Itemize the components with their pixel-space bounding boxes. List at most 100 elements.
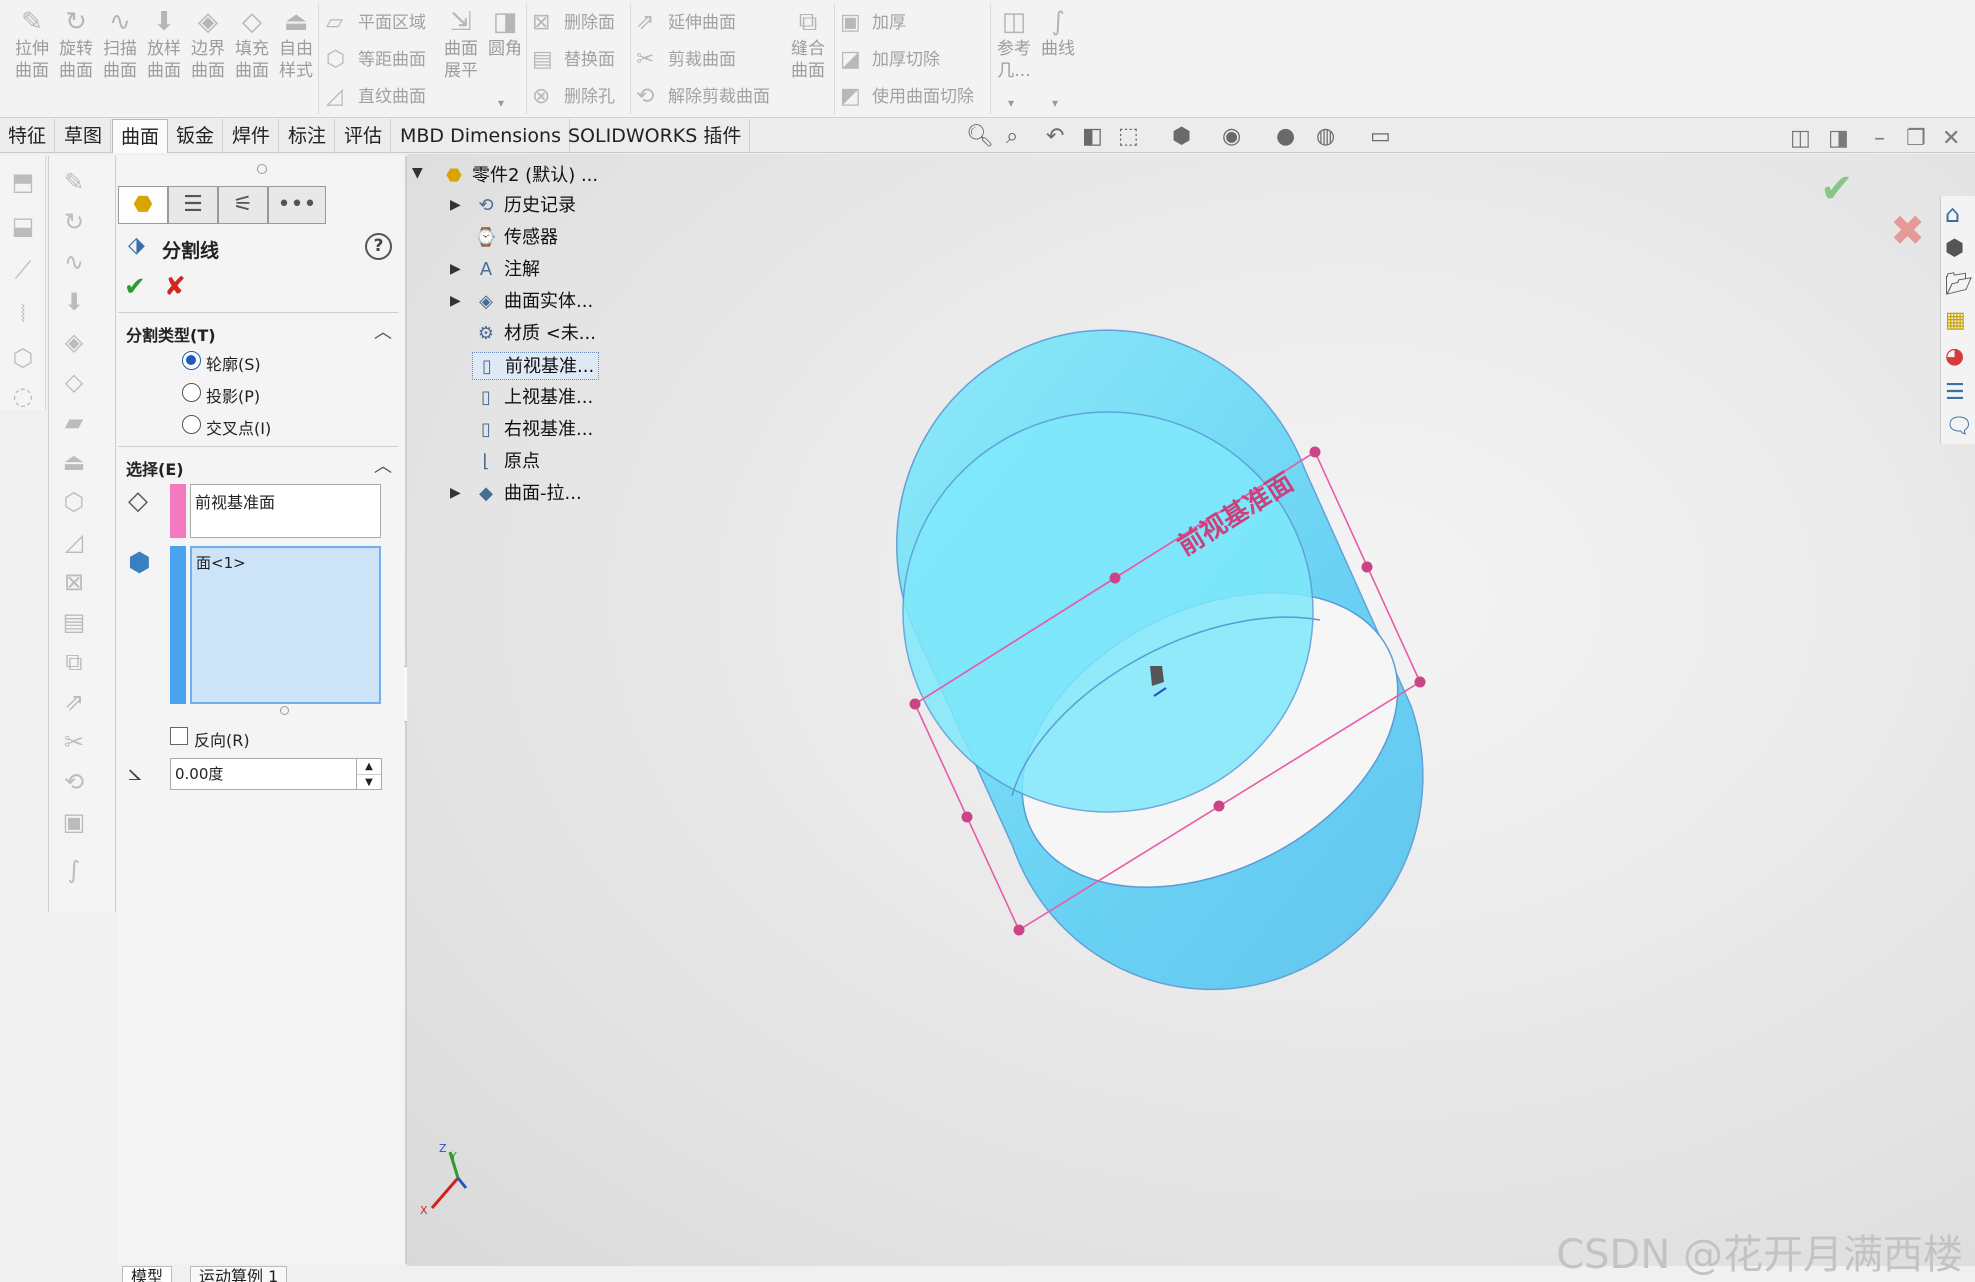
tab-6[interactable]: 评估 [336, 119, 392, 153]
intersection-radio[interactable] [182, 415, 201, 434]
tab-feature-manager[interactable]: ⬣ [118, 186, 168, 224]
view-orientation-icon[interactable]: ⬢ [1172, 124, 1191, 150]
window-tile-left-icon[interactable]: ◫ [1790, 126, 1811, 152]
loft-surface-button[interactable]: ⬇ 放样 曲面 [144, 8, 184, 82]
extend-surface-button[interactable]: ⇗ 延伸曲面 [636, 6, 736, 40]
tab-1[interactable]: 草图 [56, 119, 112, 153]
replace-face-icon[interactable]: ▤ [59, 608, 89, 636]
loft-boss-icon[interactable]: ⦚ [8, 300, 38, 328]
fill-surface-button[interactable]: ◇ 填充 曲面 [232, 8, 272, 82]
scene-icon[interactable]: ▭ [1370, 124, 1391, 150]
curves-button[interactable]: ∫ 曲线 [1038, 8, 1078, 60]
fillet-icon[interactable]: ◌ [8, 382, 38, 410]
ruled-surface-icon[interactable]: ◿ [59, 528, 89, 556]
confirm-cancel-icon[interactable]: ✖ [1890, 206, 1925, 255]
silhouette-radio[interactable] [182, 351, 201, 370]
resize-handle-icon[interactable] [280, 706, 289, 715]
surface-cut-button[interactable]: ◩ 使用曲面切除 [840, 80, 974, 114]
collapse-chevron-icon[interactable]: ︿ [374, 452, 392, 478]
boundary-surface-icon[interactable]: ◈ [59, 328, 89, 356]
flatten-surface-button[interactable]: ⇲ 曲面 展平 [442, 8, 480, 82]
trim-surface-icon[interactable]: ✂ [59, 728, 89, 756]
delete-hole-button[interactable]: ⊗ 删除孔 [532, 80, 615, 114]
freeform-button[interactable]: ⏏ 自由 样式 [276, 8, 316, 82]
minimize-icon[interactable]: – [1874, 126, 1885, 152]
panel-handle-icon[interactable] [257, 164, 267, 174]
custom-properties-icon[interactable]: ☰ [1945, 380, 1965, 405]
revolve-boss-icon[interactable]: ⬓ [8, 212, 38, 240]
ref-geometry-dropdown-icon[interactable]: ▾ [1008, 96, 1014, 110]
boundary-boss-icon[interactable]: ⬡ [8, 344, 38, 372]
tab-motion-study[interactable]: 运动算例 1 [190, 1266, 288, 1282]
extrude-surface-button[interactable]: ✎ 拉伸 曲面 [12, 8, 52, 82]
previous-view-icon[interactable]: ↶ [1046, 124, 1064, 150]
extend-surface-icon[interactable]: ⇗ [59, 688, 89, 716]
angle-up-button[interactable]: ▲ [356, 759, 381, 774]
extrude-boss-icon[interactable]: ⬒ [8, 168, 38, 196]
offset-surface-icon[interactable]: ⬡ [59, 488, 89, 516]
window-tile-right-icon[interactable]: ◨ [1828, 126, 1849, 152]
fill-surface-icon[interactable]: ◇ [59, 368, 89, 396]
projection-radio[interactable] [182, 383, 201, 402]
cylinder-top-face[interactable] [902, 411, 1314, 813]
view-palette-icon[interactable]: ▦ [1945, 308, 1966, 333]
tab-more[interactable]: ••• [268, 186, 326, 224]
restore-icon[interactable]: ❐ [1906, 126, 1926, 152]
selection-header[interactable]: 选择(E) [126, 456, 184, 480]
untrim-surface-icon[interactable]: ⟲ [59, 768, 89, 796]
revolve-surface-button[interactable]: ↻ 旋转 曲面 [56, 8, 96, 82]
home-icon[interactable]: ⌂ [1945, 200, 1960, 228]
appearances-icon[interactable]: ◕ [1945, 344, 1964, 369]
cancel-button[interactable]: ✘ [164, 272, 186, 302]
dynamic-annotation-icon[interactable]: ⬚ [1118, 124, 1139, 150]
tab-2[interactable]: 曲面 [112, 119, 169, 153]
loft-surface-icon[interactable]: ⬇ [59, 288, 89, 316]
knit-surface-icon[interactable]: ⧉ [59, 648, 89, 676]
help-button[interactable]: ? [365, 233, 392, 260]
model-view[interactable]: 前视基准面 X Y Z [407, 154, 1975, 1266]
tab-4[interactable]: 焊件 [224, 119, 280, 153]
zoom-to-fit-icon[interactable]: 🔍︎ [966, 124, 994, 150]
replace-face-button[interactable]: ▤ 替换面 [532, 43, 615, 77]
ruled-surface-button[interactable]: ◿ 直纹曲面 [326, 80, 426, 114]
sweep-surface-icon[interactable]: ∿ [59, 248, 89, 276]
tab-configuration-manager[interactable]: ⚟ [218, 186, 268, 224]
sweep-boss-icon[interactable]: ⟋ [8, 256, 38, 284]
extrude-surface-icon[interactable]: ✎ [59, 168, 89, 196]
delete-face-button[interactable]: ⊠ 删除面 [532, 6, 615, 40]
fillet-button[interactable]: ◨ 圆角 [486, 8, 524, 60]
display-style-icon[interactable]: ◉ [1222, 124, 1241, 150]
boundary-surface-button[interactable]: ◈ 边界 曲面 [188, 8, 228, 82]
reference-geometry-button[interactable]: ◫ 参考 几... [994, 8, 1034, 82]
collapse-chevron-icon[interactable]: ︿ [374, 318, 392, 344]
confirm-ok-icon[interactable]: ✔ [1820, 166, 1854, 212]
delete-face-icon[interactable]: ⊠ [59, 568, 89, 596]
close-icon[interactable]: ✕ [1942, 126, 1960, 152]
zoom-to-area-icon[interactable]: ⌕ [1006, 124, 1018, 150]
tab-5[interactable]: 标注 [280, 119, 336, 153]
forum-icon[interactable]: 🗨︎ [1945, 414, 1973, 439]
faces-selection-box[interactable]: 面<1> [190, 546, 381, 704]
reverse-checkbox[interactable] [170, 727, 188, 745]
freeform-icon[interactable]: ⏏ [59, 448, 89, 476]
thicken-button[interactable]: ▣ 加厚 [840, 6, 906, 40]
ok-button[interactable]: ✔ [124, 272, 146, 302]
trim-surface-button[interactable]: ✂ 剪裁曲面 [636, 43, 736, 77]
revolve-surface-icon[interactable]: ↻ [59, 208, 89, 236]
sweep-surface-button[interactable]: ∿ 扫描 曲面 [100, 8, 140, 82]
planar-surface-icon[interactable]: ▰ [59, 408, 89, 436]
tab-model[interactable]: 模型 [122, 1266, 173, 1282]
offset-surface-button[interactable]: ⬡ 等距曲面 [326, 43, 426, 77]
tab-8[interactable]: SOLIDWORKS 插件 [560, 119, 751, 153]
design-library-icon[interactable]: ⬢ [1945, 236, 1964, 261]
appearance-icon[interactable]: ◍ [1316, 124, 1335, 150]
angle-down-button[interactable]: ▼ [356, 774, 381, 789]
thicken-cut-button[interactable]: ◪ 加厚切除 [840, 43, 940, 77]
tab-7[interactable]: MBD Dimensions [392, 119, 570, 153]
tab-0[interactable]: 特征 [0, 119, 56, 153]
tab-property-manager[interactable]: ☰ [168, 186, 218, 224]
split-type-header[interactable]: 分割类型(T) [126, 322, 216, 346]
file-explorer-icon[interactable]: 📂︎ [1945, 272, 1973, 297]
tab-3[interactable]: 钣金 [168, 119, 224, 153]
curves-dropdown-icon[interactable]: ▾ [1052, 96, 1058, 110]
